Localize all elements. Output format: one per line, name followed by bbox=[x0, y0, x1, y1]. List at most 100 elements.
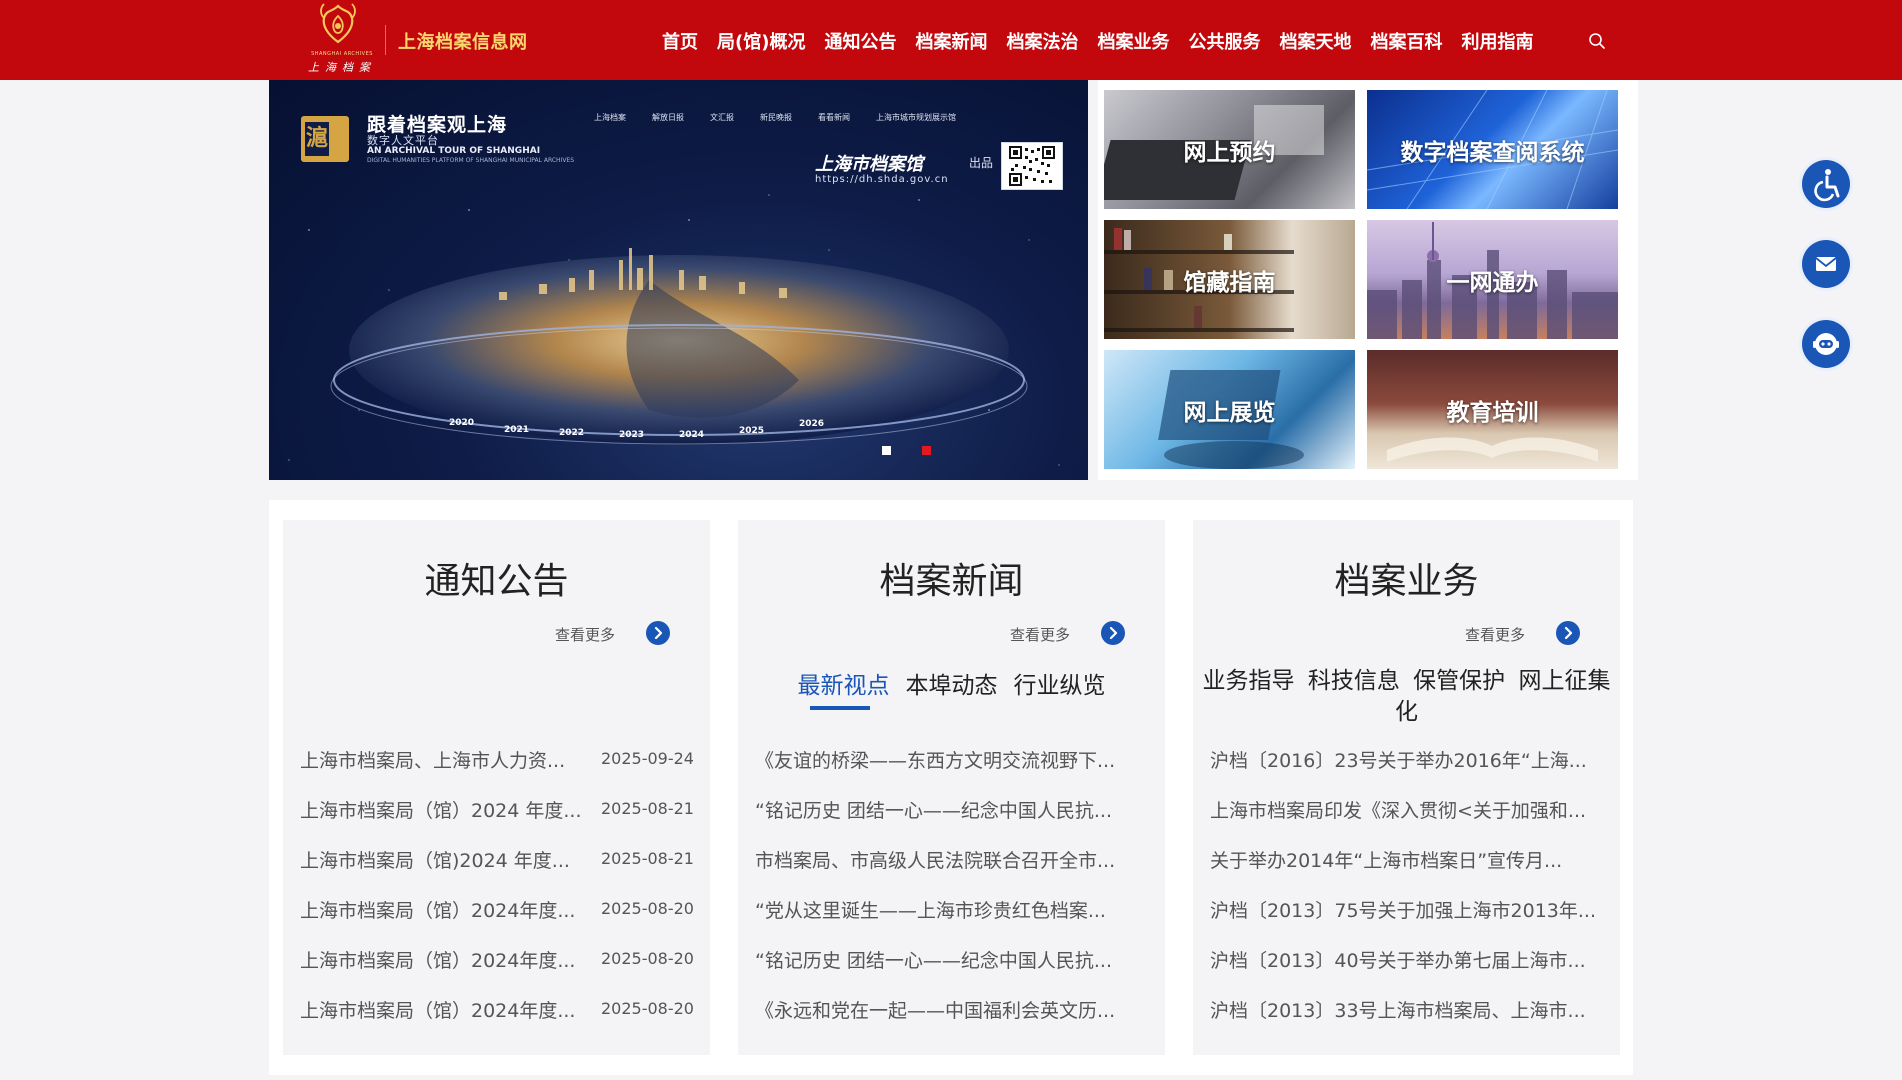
producer-name: 上海市档案馆 bbox=[815, 154, 923, 175]
mail-button[interactable] bbox=[1802, 240, 1850, 288]
tab-preservation[interactable]: 保管保护 bbox=[1413, 668, 1505, 694]
banner-subtitle-en: AN ARCHIVAL TOUR OF SHANGHAI bbox=[367, 146, 541, 156]
chevron-right-icon[interactable] bbox=[646, 621, 670, 645]
nav-overview[interactable]: 局(馆)概况 bbox=[717, 28, 805, 54]
list-item[interactable]: 上海市档案局（馆）2024年度... 2025-08-20 bbox=[283, 996, 710, 1026]
list-item[interactable]: 《友谊的桥梁——东西方文明交流视野下... bbox=[738, 746, 1165, 776]
banner-badge: 滬 bbox=[301, 116, 349, 162]
item-title: 市档案局、市高级人民法院联合召开全市... bbox=[755, 850, 1116, 872]
partner-logo: 解放日报 bbox=[652, 113, 684, 122]
list-item[interactable]: 市档案局、市高级人民法院联合召开全市... bbox=[738, 846, 1165, 876]
tile-collection-guide[interactable]: 馆藏指南 bbox=[1104, 220, 1355, 339]
tab-overflow-text[interactable]: 化 bbox=[1395, 699, 1418, 725]
list-item[interactable]: 沪档〔2013〕75号关于加强上海市2013年... bbox=[1193, 896, 1620, 926]
partner-logos: 上海档案 解放日报 文汇报 新民晚报 看看新闻 上海市城市规划展示馆 bbox=[594, 112, 982, 123]
partner-logo: 文汇报 bbox=[710, 113, 734, 122]
logo-en-text: SHANGHAI ARCHIVES bbox=[311, 51, 373, 57]
list-item[interactable]: 上海市档案局、上海市人力资... 2025-09-24 bbox=[283, 746, 710, 776]
tab-tech-info[interactable]: 科技信息 bbox=[1308, 668, 1400, 694]
list-item[interactable]: 上海市档案局（馆)2024 年度... 2025-08-21 bbox=[283, 846, 710, 876]
svg-text:2022: 2022 bbox=[559, 428, 584, 438]
partner-logo: 上海档案 bbox=[594, 113, 626, 122]
qr-code bbox=[1001, 142, 1063, 190]
news-tabs: 最新视点 本埠动态 行业纵览 bbox=[738, 666, 1165, 710]
list-item[interactable]: 上海市档案局（馆）2024年度... 2025-08-20 bbox=[283, 896, 710, 926]
accessibility-button[interactable] bbox=[1802, 160, 1850, 208]
tab-online-collection[interactable]: 网上征集 bbox=[1518, 668, 1610, 694]
partner-logo: 新民晚报 bbox=[760, 113, 792, 122]
list-item[interactable]: 沪档〔2016〕23号关于举办2016年“上海... bbox=[1193, 746, 1620, 776]
list-item[interactable]: “党从这里诞生——上海市珍贵红色档案... bbox=[738, 896, 1165, 926]
nav-encyclopedia[interactable]: 档案百科 bbox=[1370, 28, 1442, 54]
service-robot-button[interactable] bbox=[1802, 320, 1850, 368]
main-nav: 首页 局(馆)概况 通知公告 档案新闻 档案法治 档案业务 公共服务 档案天地 … bbox=[662, 28, 1552, 54]
tab-local[interactable]: 本埠动态 bbox=[906, 666, 998, 700]
business-panel: 档案业务 查看更多 业务指导 科技信息 保管保护 网上征集 化 沪档〔2016〕… bbox=[1193, 520, 1620, 1055]
list-item[interactable]: “铭记历史 团结一心——纪念中国人民抗... bbox=[738, 946, 1165, 976]
tile-online-exhibition[interactable]: 网上展览 bbox=[1104, 350, 1355, 469]
view-more-link[interactable]: 查看更多 bbox=[1465, 624, 1525, 645]
svg-text:2024: 2024 bbox=[679, 430, 704, 440]
item-title: 《友谊的桥梁——东西方文明交流视野下... bbox=[755, 750, 1116, 772]
list-item[interactable]: 《永远和党在一起——中国福利会英文历... bbox=[738, 996, 1165, 1026]
tab-industry[interactable]: 行业纵览 bbox=[1014, 666, 1106, 700]
logo-cn-text: 上海档案 bbox=[308, 61, 376, 74]
tile-one-net-service[interactable]: 一网通办 bbox=[1367, 220, 1618, 339]
nav-archive-world[interactable]: 档案天地 bbox=[1279, 28, 1351, 54]
search-icon[interactable] bbox=[1588, 32, 1606, 50]
active-tab-indicator bbox=[809, 706, 870, 710]
producer-url: https://dh.shda.gov.cn bbox=[815, 174, 949, 185]
tile-label: 数字档案查阅系统 bbox=[1400, 139, 1585, 166]
tile-education-training[interactable]: 教育培训 bbox=[1367, 350, 1618, 469]
chevron-right-icon[interactable] bbox=[1101, 621, 1125, 645]
mail-icon bbox=[1815, 257, 1837, 271]
list-item[interactable]: “铭记历史 团结一心——纪念中国人民抗... bbox=[738, 796, 1165, 826]
site-logo[interactable]: SHANGHAI ARCHIVES 上海档案 bbox=[300, 0, 390, 80]
nav-news[interactable]: 档案新闻 bbox=[915, 28, 987, 54]
nav-business[interactable]: 档案业务 bbox=[1097, 28, 1169, 54]
panel-title: 通知公告 bbox=[424, 561, 569, 602]
tile-digital-archive-system[interactable]: 数字档案查阅系统 bbox=[1367, 90, 1618, 209]
carousel-dot-2-active[interactable] bbox=[922, 446, 931, 455]
site-name[interactable]: 上海档案信息网 bbox=[398, 28, 528, 54]
item-date: 2025-09-24 bbox=[601, 749, 694, 768]
nav-notices[interactable]: 通知公告 bbox=[824, 28, 896, 54]
nav-public-service[interactable]: 公共服务 bbox=[1188, 28, 1260, 54]
tab-latest[interactable]: 最新视点 bbox=[798, 666, 890, 710]
list-item[interactable]: 沪档〔2013〕33号上海市档案局、上海市... bbox=[1193, 996, 1620, 1026]
item-title: 沪档〔2013〕33号上海市档案局、上海市... bbox=[1210, 1000, 1586, 1022]
nav-law[interactable]: 档案法治 bbox=[1006, 28, 1078, 54]
view-more-link[interactable]: 查看更多 bbox=[555, 624, 615, 645]
svg-text:2020: 2020 bbox=[449, 418, 474, 428]
item-title: 上海市档案局（馆)2024 年度... bbox=[300, 850, 570, 872]
item-title: 上海市档案局（馆）2024年度... bbox=[300, 950, 576, 972]
tab-guidance[interactable]: 业务指导 bbox=[1203, 668, 1295, 694]
partner-logo: 上海市城市规划展示馆 bbox=[876, 113, 956, 122]
svg-text:2025: 2025 bbox=[739, 426, 764, 436]
accessibility-icon bbox=[1814, 169, 1840, 202]
item-title: “铭记历史 团结一心——纪念中国人民抗... bbox=[755, 800, 1113, 822]
nav-home[interactable]: 首页 bbox=[662, 28, 698, 54]
panel-title: 档案业务 bbox=[1334, 561, 1479, 602]
view-more-link[interactable]: 查看更多 bbox=[1010, 624, 1070, 645]
list-item[interactable]: 上海市档案局印发《深入贯彻<关于加强和... bbox=[1193, 796, 1620, 826]
carousel-dot-1[interactable] bbox=[882, 446, 891, 455]
producer-suffix: 出品 bbox=[969, 156, 994, 170]
list-item[interactable]: 上海市档案局（馆）2024 年度... 2025-08-21 bbox=[283, 796, 710, 826]
site-header: SHANGHAI ARCHIVES 上海档案 上海档案信息网 首页 局(馆)概况… bbox=[0, 0, 1902, 80]
svg-text:2021: 2021 bbox=[504, 425, 529, 435]
list-item[interactable]: 上海市档案局（馆）2024年度... 2025-08-20 bbox=[283, 946, 710, 976]
item-title: “党从这里诞生——上海市珍贵红色档案... bbox=[755, 900, 1106, 922]
panel-title: 档案新闻 bbox=[879, 561, 1024, 602]
item-title: 上海市档案局（馆）2024 年度... bbox=[300, 800, 582, 822]
logo-emblem-icon bbox=[320, 3, 356, 44]
item-date: 2025-08-20 bbox=[601, 949, 694, 968]
list-item[interactable]: 关于举办2014年“上海市档案日”宣传月... bbox=[1193, 846, 1620, 876]
nav-guide[interactable]: 利用指南 bbox=[1461, 28, 1533, 54]
banner-subtitle-en-small: DIGITAL HUMANITIES PLATFORM OF SHANGHAI … bbox=[367, 157, 575, 164]
hero-banner[interactable]: 滬 跟着档案观上海 数字人文平台 AN ARCHIVAL TOUR OF SHA… bbox=[269, 80, 1088, 480]
chevron-right-icon[interactable] bbox=[1556, 621, 1580, 645]
item-date: 2025-08-20 bbox=[601, 999, 694, 1018]
list-item[interactable]: 沪档〔2013〕40号关于举办第七届上海市... bbox=[1193, 946, 1620, 976]
tile-online-booking[interactable]: 网上预约 bbox=[1104, 90, 1355, 209]
